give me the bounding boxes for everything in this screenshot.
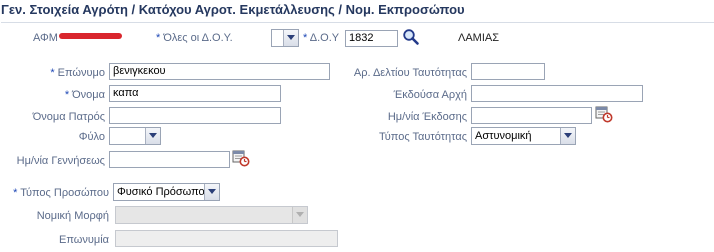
surname-label-text: Επώνυμο bbox=[57, 67, 105, 79]
person-type-label-text: Τύπος Προσώπου bbox=[20, 187, 109, 199]
doy-label-text: Δ.Ο.Υ bbox=[309, 32, 340, 44]
calendar-icon[interactable] bbox=[595, 105, 613, 123]
first-name-input[interactable]: καπα bbox=[109, 85, 281, 102]
issuing-authority-input[interactable] bbox=[471, 85, 643, 102]
birth-date-input[interactable] bbox=[109, 151, 230, 168]
chevron-down-icon bbox=[204, 184, 219, 200]
id-type-label: Τύπος Ταυτότητας bbox=[379, 131, 467, 143]
doy-label: * Δ.Ο.Υ bbox=[303, 31, 339, 45]
person-type-select[interactable]: Φυσικό Πρόσωπο bbox=[113, 183, 220, 201]
required-marker: * bbox=[64, 89, 70, 101]
id-type-select-value: Αστυνομική bbox=[475, 130, 532, 142]
issue-date-input[interactable] bbox=[471, 107, 592, 124]
chevron-down-icon bbox=[283, 30, 298, 46]
chevron-down-icon bbox=[560, 128, 575, 144]
required-marker: * bbox=[156, 32, 161, 44]
father-name-input[interactable] bbox=[109, 107, 281, 124]
chevron-down-icon bbox=[145, 128, 160, 144]
id-type-select[interactable]: Αστυνομική bbox=[471, 127, 576, 145]
surname-input[interactable]: βενιγκεκου bbox=[109, 63, 330, 80]
doy-code-input[interactable]: 1832 bbox=[345, 30, 398, 47]
company-name-input bbox=[115, 230, 338, 247]
required-marker: * bbox=[50, 67, 55, 79]
first-name-label: * Όνομα bbox=[0, 88, 105, 102]
page-title: Γεν. Στοιχεία Αγρότη / Κατόχου Αγροτ. Εκ… bbox=[1, 0, 714, 23]
first-name-label-text: Όνομα bbox=[72, 89, 105, 101]
search-icon[interactable] bbox=[402, 28, 420, 46]
issue-date-label: Ημ/νία Έκδοσης bbox=[387, 111, 467, 123]
calendar-icon[interactable] bbox=[232, 149, 250, 167]
legal-form-label: Νομική Μορφή bbox=[36, 210, 109, 222]
doy-name: ΛΑΜΙΑΣ bbox=[458, 32, 500, 44]
issuing-authority-label: Έκδούσα Αρχή bbox=[393, 89, 467, 101]
legal-form-select bbox=[115, 206, 308, 224]
father-name-label: Όνομα Πατρός bbox=[32, 111, 105, 123]
doy-all-label-text: Όλες οι Δ.Ο.Υ. bbox=[163, 32, 233, 44]
gender-label: Φύλο bbox=[78, 131, 105, 143]
required-marker: * bbox=[303, 32, 308, 44]
birth-date-label: Ημ/νία Γεννήσεως bbox=[16, 155, 105, 167]
surname-label: * Επώνυμο bbox=[0, 66, 105, 80]
person-type-select-value: Φυσικό Πρόσωπο bbox=[117, 186, 205, 198]
afm-label: ΑΦΜ bbox=[33, 32, 58, 44]
afm-redacted-value bbox=[59, 33, 122, 39]
id-number-label: Αρ. Δελτίου Ταυτότητας bbox=[353, 67, 467, 79]
required-marker: * bbox=[13, 187, 18, 199]
id-number-input[interactable] bbox=[471, 63, 545, 80]
company-name-label: Επωνυμία bbox=[58, 234, 109, 246]
doy-all-label: * Όλες οι Δ.Ο.Υ. bbox=[156, 31, 233, 45]
chevron-down-icon bbox=[292, 207, 307, 223]
person-type-label: * Τύπος Προσώπου bbox=[0, 186, 109, 200]
doy-all-select[interactable] bbox=[271, 29, 299, 47]
gender-select[interactable] bbox=[109, 127, 161, 145]
